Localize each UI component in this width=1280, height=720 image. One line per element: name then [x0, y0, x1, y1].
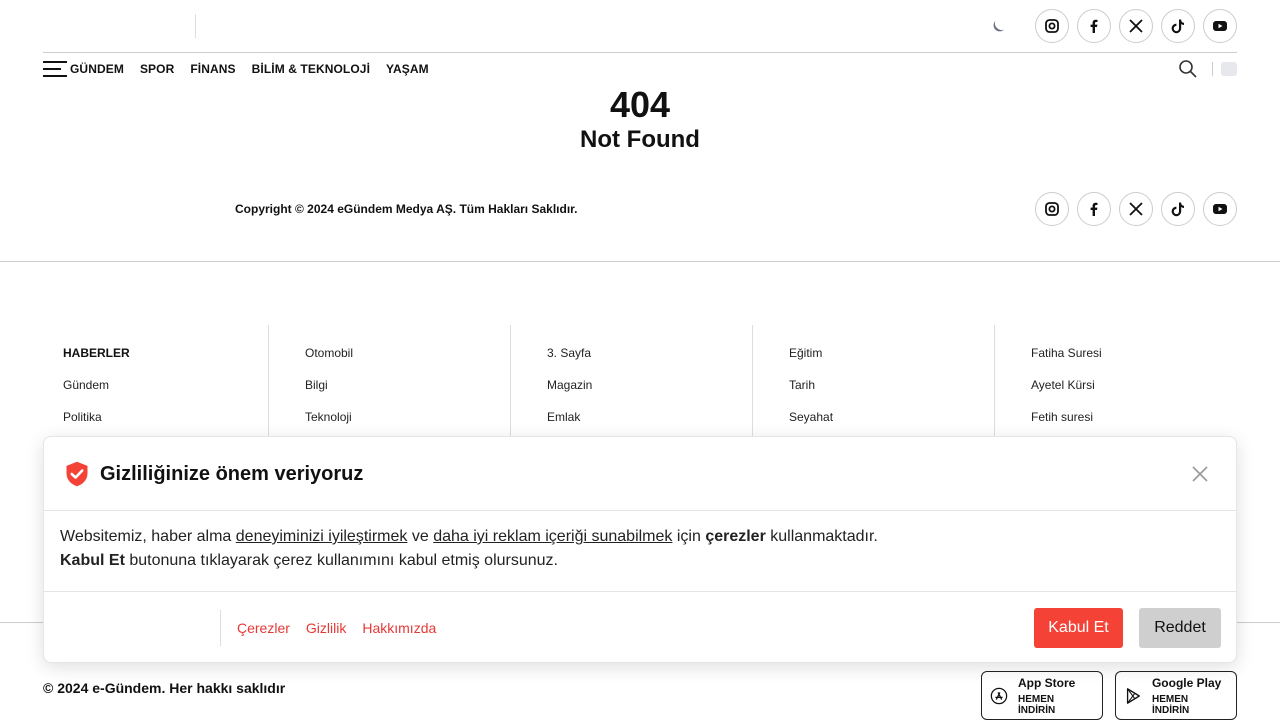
- header-social-youtube-button[interactable]: [1203, 9, 1237, 43]
- user-menu-placeholder[interactable]: [1221, 62, 1237, 76]
- x-twitter-icon: [1129, 19, 1143, 33]
- cookie-consent-modal: Gizliliğinize önem veriyoruz Websitemiz,…: [43, 436, 1237, 663]
- footer-link[interactable]: Gündem: [63, 378, 130, 410]
- nav-spor[interactable]: SPOR: [140, 62, 174, 76]
- x-twitter-icon: [1129, 202, 1143, 216]
- main-nav: GÜNDEM SPOR FİNANS BİLİM & TEKNOLOJİ YAŞ…: [43, 58, 445, 80]
- about-link[interactable]: Hakkımızda: [362, 620, 436, 636]
- menu-icon[interactable]: [43, 60, 67, 78]
- google-play-icon: [1126, 687, 1140, 704]
- reject-button[interactable]: Reddet: [1139, 608, 1221, 648]
- footer-link[interactable]: Bilgi: [305, 378, 353, 410]
- accept-button[interactable]: Kabul Et: [1034, 608, 1123, 648]
- google-play-button[interactable]: Google Play HEMEN İNDİRİN: [1115, 671, 1237, 720]
- cookie-modal-text: Websitemiz, haber alma deneyiminizi iyil…: [60, 528, 878, 569]
- header-divider-small: [1212, 62, 1213, 76]
- footer-column: HABERLER Gündem Politika: [43, 325, 285, 445]
- header-divider: [195, 14, 196, 38]
- footer-link[interactable]: Magazin: [547, 378, 592, 410]
- footer-rule: [0, 261, 1280, 262]
- cookies-link[interactable]: Çerezler: [237, 620, 290, 636]
- footer-link[interactable]: Ayetel Kürsi: [1031, 378, 1102, 410]
- tiktok-icon: [1171, 19, 1184, 34]
- nav-finans[interactable]: FİNANS: [190, 62, 235, 76]
- cookie-modal-footer: Çerezler Gizlilik Hakkımızda Kabul Et Re…: [44, 591, 1236, 663]
- instagram-icon: [1045, 202, 1059, 216]
- footer-heading: HABERLER: [63, 346, 130, 360]
- google-play-title: Google Play: [1151, 675, 1222, 690]
- footer-column: Fatiha Suresi Ayetel Kürsi Fetih suresi: [994, 325, 1236, 445]
- youtube-icon: [1213, 21, 1227, 31]
- footer-column: 3. Sayfa Magazin Emlak: [510, 325, 752, 445]
- privacy-link[interactable]: Gizlilik: [306, 620, 346, 636]
- app-store-button[interactable]: App Store HEMEN İNDİRİN: [981, 671, 1103, 720]
- footer-link[interactable]: Tarih: [789, 378, 833, 410]
- nav-gundem[interactable]: GÜNDEM: [70, 62, 124, 76]
- cookie-footer-divider: [220, 610, 221, 646]
- footer-copyright-bottom: © 2024 e-Gündem. Her hakkı saklıdır: [43, 680, 286, 696]
- close-icon[interactable]: [1190, 464, 1210, 484]
- error-code: 404: [609, 84, 671, 125]
- moon-icon: [993, 21, 1004, 32]
- improve-experience-link[interactable]: deneyiminizi iyileştirmek: [236, 528, 408, 545]
- nav-yasam[interactable]: YAŞAM: [386, 62, 429, 76]
- facebook-icon: [1090, 202, 1098, 216]
- footer-link[interactable]: Otomobil: [305, 346, 353, 378]
- cookie-modal-header: Gizliliğinize önem veriyoruz: [44, 437, 1236, 511]
- app-store-subtitle: HEMEN İNDİRİN: [1017, 693, 1056, 716]
- error-message: Not Found: [580, 126, 700, 153]
- header-social-x-twitter-button[interactable]: [1119, 9, 1153, 43]
- footer-social-tiktok-button[interactable]: [1161, 192, 1195, 226]
- instagram-icon: [1045, 19, 1059, 33]
- google-play-subtitle: HEMEN İNDİRİN: [1151, 693, 1190, 716]
- header-social-instagram-button[interactable]: [1035, 9, 1069, 43]
- app-store-title: App Store: [1017, 675, 1076, 690]
- search-icon[interactable]: [1178, 59, 1198, 79]
- better-ads-link[interactable]: daha iyi reklam içeriği sunabilmek: [433, 528, 672, 545]
- cookie-modal-title: Gizliliğinize önem veriyoruz: [100, 463, 364, 485]
- footer-social-instagram-button[interactable]: [1035, 192, 1069, 226]
- footer-column: Otomobil Bilgi Teknoloji: [268, 325, 510, 445]
- header-social-tiktok-button[interactable]: [1161, 9, 1195, 43]
- dark-mode-toggle[interactable]: [986, 15, 1010, 39]
- tiktok-icon: [1171, 202, 1184, 217]
- footer-social-youtube-button[interactable]: [1203, 192, 1237, 226]
- youtube-icon: [1213, 204, 1227, 214]
- app-store-icon: [990, 687, 1008, 704]
- nav-bilim-teknoloji[interactable]: BİLİM & TEKNOLOJİ: [252, 62, 370, 76]
- footer-link[interactable]: 3. Sayfa: [547, 346, 592, 378]
- facebook-icon: [1090, 19, 1098, 33]
- header-social-facebook-button[interactable]: [1077, 9, 1111, 43]
- footer-copyright-top: Copyright © 2024 eGündem Medya AŞ. Tüm H…: [235, 202, 578, 216]
- header-rule: [43, 52, 1237, 53]
- footer-social-x-twitter-button[interactable]: [1119, 192, 1153, 226]
- footer-link[interactable]: Eğitim: [789, 346, 833, 378]
- shield-check-icon: [66, 461, 88, 487]
- footer-column: Eğitim Tarih Seyahat: [752, 325, 994, 445]
- footer-link[interactable]: Fatiha Suresi: [1031, 346, 1102, 378]
- footer-social-facebook-button[interactable]: [1077, 192, 1111, 226]
